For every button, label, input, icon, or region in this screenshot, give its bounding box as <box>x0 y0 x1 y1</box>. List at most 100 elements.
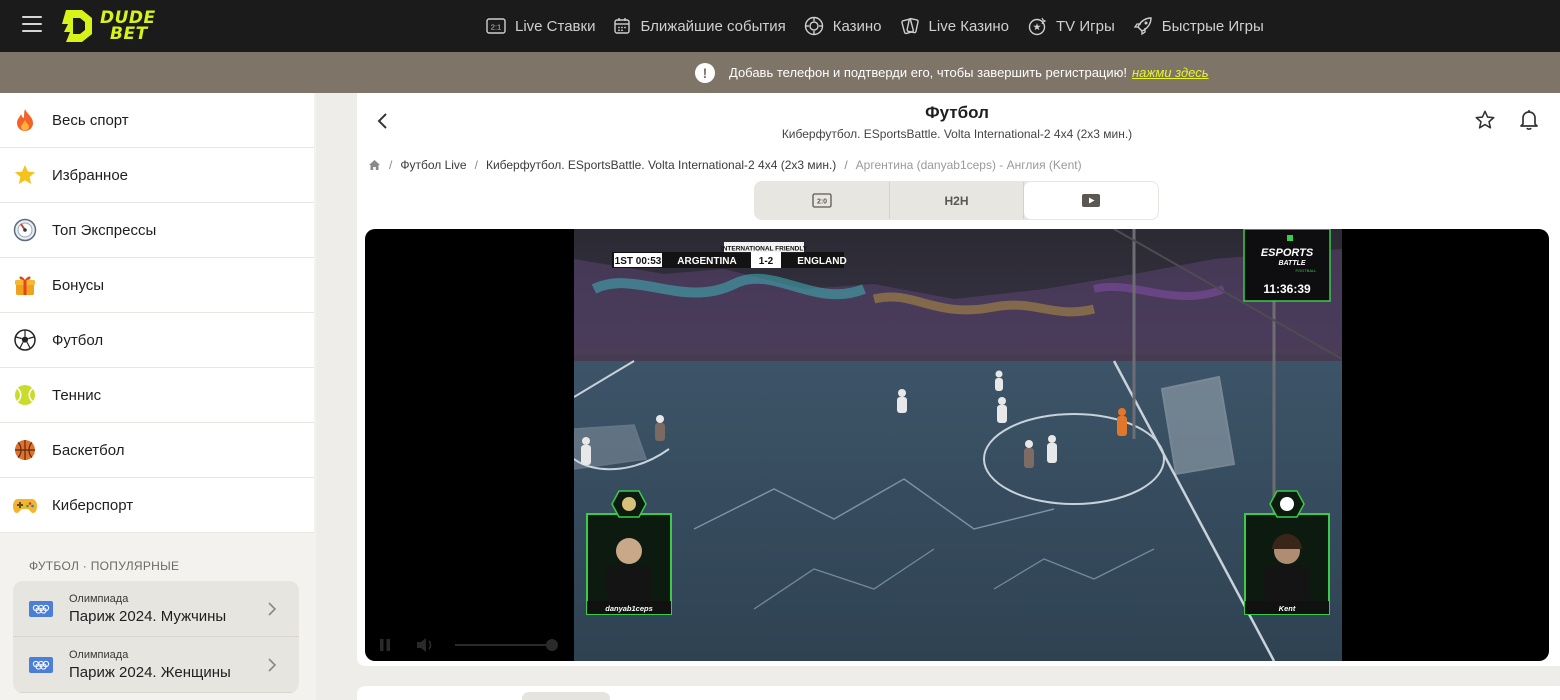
gauge-icon <box>12 217 38 243</box>
sidebar-item-label: Топ Экспрессы <box>52 221 157 239</box>
nav-upcoming-events[interactable]: Ближайшие события <box>613 17 786 35</box>
breadcrumb-link[interactable]: Киберфутбол. ESportsBattle. Volta Intern… <box>486 158 836 172</box>
home-icon[interactable] <box>368 159 381 171</box>
sidebar-item-all-sports[interactable]: Весь спорт <box>0 93 314 148</box>
breadcrumb-link[interactable]: Футбол Live <box>400 158 466 172</box>
tab-video[interactable] <box>1024 182 1159 219</box>
league-name: Париж 2024. Мужчины <box>69 607 227 625</box>
casino-chip-icon <box>804 16 823 36</box>
chevron-right-icon <box>268 602 277 616</box>
sidebar-item-label: Бонусы <box>52 276 105 294</box>
svg-text:2:0: 2:0 <box>817 199 827 206</box>
popular-league-item[interactable]: Олимпиада Париж 2024. Женщины <box>13 637 299 693</box>
nav-label: Ближайшие события <box>640 17 786 35</box>
tv-games-icon <box>1028 17 1047 36</box>
video-player[interactable]: INTERNATIONAL FRIENDLY 1ST 00:53 ARGENTI… <box>365 229 1549 661</box>
live-bets-icon: 2:1 <box>486 18 506 34</box>
basketball-icon <box>12 437 38 463</box>
tab-scoreboard[interactable]: 2:0 <box>755 182 890 219</box>
svg-text:ENGLAND: ENGLAND <box>797 256 846 267</box>
brand-logo-text: DUDE BET <box>100 8 156 44</box>
nav-live-bets[interactable]: 2:1 Live Ставки <box>486 18 595 35</box>
notice-text: Добавь телефон и подтверди его, чтобы за… <box>729 65 1128 80</box>
sidebar-item-esports[interactable]: Киберспорт <box>0 478 314 533</box>
fire-icon <box>12 107 38 133</box>
video-controls <box>365 629 1549 661</box>
event-panel: Футбол Киберфутбол. ESportsBattle. Volta… <box>357 93 1560 666</box>
svg-text:Kent: Kent <box>1279 604 1296 613</box>
event-subtitle: Киберфутбол. ESportsBattle. Volta Intern… <box>781 127 1133 141</box>
svg-text:ESPORTS: ESPORTS <box>1261 247 1314 259</box>
event-title: Футбол <box>925 103 989 122</box>
sidebar-item-label: Баскетбол <box>52 441 125 459</box>
main-navigation: 2:1 Live Ставки Ближайшие события Казино… <box>486 0 1282 52</box>
nav-label: Казино <box>832 17 882 35</box>
nav-label: Live Казино <box>928 17 1010 35</box>
event-view-tabs: 2:0 H2H <box>754 181 1159 220</box>
svg-text:danyab1ceps: danyab1ceps <box>605 604 653 613</box>
olympic-rings-icon <box>29 600 53 617</box>
svg-text:ARGENTINA: ARGENTINA <box>677 256 736 267</box>
breadcrumb-current: Аргентина (danyab1ceps) - Англия (Kent) <box>855 158 1082 172</box>
nav-live-casino[interactable]: Live Казино <box>900 16 1009 36</box>
volume-slider[interactable] <box>455 644 555 646</box>
sidebar-item-football[interactable]: Футбол <box>0 313 314 368</box>
svg-text:1ST 00:53: 1ST 00:53 <box>615 256 662 267</box>
popular-section-title: ФУТБОЛ · ПОПУЛЯРНЫЕ <box>29 559 180 573</box>
sidebar-item-label: Весь спорт <box>52 111 129 129</box>
tab-label: H2H <box>944 193 969 208</box>
sidebar-menu: Весь спорт Избранное Топ Экспрессы Бонус… <box>0 93 314 533</box>
breadcrumb: / Футбол Live / Киберфутбол. ESportsBatt… <box>368 158 1082 172</box>
brand-logo[interactable]: DUDE BET <box>60 6 156 46</box>
league-category: Олимпиада <box>69 648 129 661</box>
favorite-star-icon[interactable] <box>1474 109 1496 131</box>
star-icon <box>12 162 38 188</box>
nav-fast-games[interactable]: Быстрые Игры <box>1133 16 1264 36</box>
sidebar-item-basketball[interactable]: Баскетбол <box>0 423 314 478</box>
league-category: Олимпиада <box>69 592 129 605</box>
sidebar-item-bonuses[interactable]: Бонусы <box>0 258 314 313</box>
svg-text:BATTLE: BATTLE <box>1278 260 1305 267</box>
sidebar-item-tennis[interactable]: Теннис <box>0 368 314 423</box>
sidebar-item-label: Избранное <box>52 166 129 184</box>
popular-league-item[interactable]: Олимпиада Париж 2024. Мужчины <box>13 581 299 637</box>
nav-casino[interactable]: Казино <box>804 16 882 36</box>
nav-label: TV Игры <box>1056 17 1115 35</box>
chevron-right-icon <box>268 658 277 672</box>
play-video-icon <box>1082 194 1101 207</box>
card-pill <box>522 692 610 700</box>
popular-leagues-list: Олимпиада Париж 2024. Мужчины Олимпиада … <box>13 581 299 693</box>
cards-icon <box>900 17 919 35</box>
top-navigation-bar: DUDE BET 2:1 Live Ставки Ближайшие событ… <box>0 0 1560 52</box>
svg-text:1-2: 1-2 <box>759 256 774 267</box>
scoreboard-icon: 2:0 <box>812 193 832 208</box>
notification-bell-icon[interactable] <box>1519 109 1539 131</box>
league-name: Париж 2024. Женщины <box>69 663 231 681</box>
exclamation-icon: ! <box>695 62 715 83</box>
menu-icon[interactable] <box>22 16 42 34</box>
nav-tv-games[interactable]: TV Игры <box>1027 16 1115 36</box>
svg-text:FOOTBALL: FOOTBALL <box>1296 268 1318 273</box>
sidebar-item-label: Киберспорт <box>52 496 134 514</box>
calendar-icon <box>614 18 631 34</box>
tab-h2h[interactable]: H2H <box>890 182 1025 219</box>
volume-icon[interactable] <box>415 636 435 654</box>
sidebar-item-top-express[interactable]: Топ Экспрессы <box>0 203 314 258</box>
notice-link[interactable]: нажми здесь <box>1132 65 1209 80</box>
stream-scene: INTERNATIONAL FRIENDLY 1ST 00:53 ARGENTI… <box>574 229 1342 661</box>
sports-sidebar: Весь спорт Избранное Топ Экспрессы Бонус… <box>0 93 316 700</box>
sidebar-item-favorites[interactable]: Избранное <box>0 148 314 203</box>
video-frame: INTERNATIONAL FRIENDLY 1ST 00:53 ARGENTI… <box>574 229 1342 661</box>
pause-icon[interactable] <box>377 637 393 653</box>
tennis-ball-icon <box>12 382 38 408</box>
volume-slider-handle[interactable] <box>546 639 558 651</box>
svg-text:11:36:39: 11:36:39 <box>1263 282 1311 296</box>
olympic-rings-icon <box>29 656 53 673</box>
rocket-icon <box>1133 17 1152 36</box>
sidebar-item-label: Теннис <box>52 386 102 404</box>
svg-text:INTERNATIONAL FRIENDLY: INTERNATIONAL FRIENDLY <box>721 246 808 253</box>
nav-label: Быстрые Игры <box>1161 17 1264 35</box>
gamepad-icon <box>12 492 38 518</box>
gift-icon <box>12 272 38 298</box>
registration-notice-bar: ! Добавь телефон и подтверди его, чтобы … <box>0 52 1560 93</box>
